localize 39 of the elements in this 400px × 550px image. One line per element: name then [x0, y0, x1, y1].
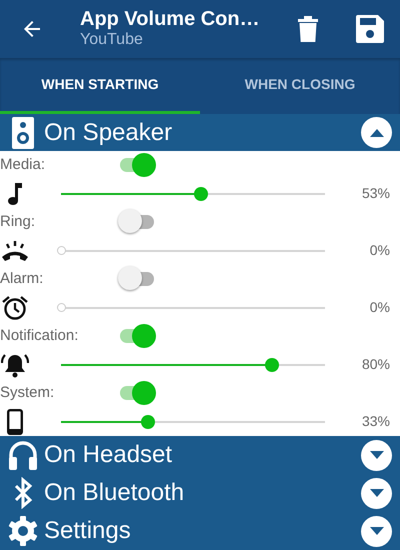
- section-title: On Speaker: [44, 120, 174, 144]
- collapse-button[interactable]: [361, 117, 392, 148]
- volume-reading: 0%: [368, 298, 391, 317]
- channel-label: Ring:: [0, 212, 36, 232]
- expand-button[interactable]: [361, 516, 392, 546]
- ringing-phone-icon: [0, 238, 30, 262]
- bell-icon: [0, 352, 30, 378]
- trash-icon[interactable]: [298, 16, 318, 42]
- toggle-switch[interactable]: [118, 379, 156, 407]
- section-title: On Bluetooth: [44, 481, 186, 505]
- toggle-switch[interactable]: [118, 322, 156, 350]
- alarm-clock-icon: [0, 294, 30, 320]
- app-subtitle: YouTube: [80, 30, 144, 50]
- toggle-switch[interactable]: [118, 151, 156, 179]
- expand-button[interactable]: [361, 440, 392, 470]
- caret-down-icon: [370, 527, 384, 535]
- volume-reading: 0%: [368, 241, 391, 260]
- section-title: Settings: [44, 519, 132, 543]
- caret-down-icon: [370, 489, 384, 497]
- volume-reading: 80%: [360, 355, 391, 374]
- channel-label: Media:: [0, 154, 46, 175]
- section-header[interactable]: On Speaker: [0, 114, 400, 151]
- caret-up-icon: [370, 128, 384, 136]
- expand-button[interactable]: [361, 478, 392, 508]
- section-title: On Headset: [44, 443, 174, 467]
- volume-reading: 53%: [360, 184, 391, 203]
- window-title: App Volume Con…: [80, 8, 261, 30]
- tab[interactable]: WHEN CLOSING: [200, 58, 400, 114]
- gear-icon: [6, 515, 40, 547]
- channel-label: System:: [0, 382, 56, 403]
- channel-label: Notification:: [0, 326, 80, 346]
- save-icon[interactable]: [356, 15, 384, 43]
- section-header[interactable]: On Headset: [0, 436, 400, 474]
- section-header[interactable]: On Bluetooth: [0, 474, 400, 512]
- section-header[interactable]: Settings: [0, 512, 400, 550]
- channel-label: Alarm:: [0, 268, 44, 289]
- caret-down-icon: [370, 451, 384, 459]
- headphones-icon: [6, 439, 40, 471]
- volume-reading: 33%: [360, 412, 391, 431]
